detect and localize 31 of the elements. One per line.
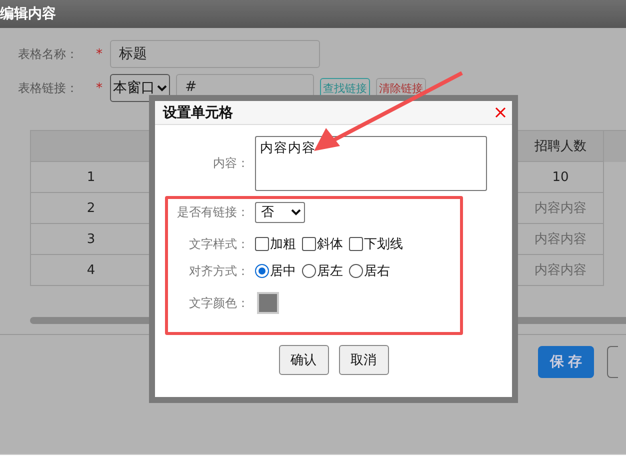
table-cell: 10: [552, 170, 569, 184]
link-select[interactable]: 否: [255, 202, 305, 222]
align-radio[interactable]: 居中: [255, 262, 296, 280]
row-number: 1: [86, 170, 96, 184]
table-cell-text: 内容内容: [534, 262, 586, 279]
field-label: 表格名称：: [18, 46, 79, 62]
cancel-button[interactable]: 取消: [338, 345, 388, 375]
field-label: 对齐方式：: [188, 262, 249, 280]
table-cell-text: 内容内容: [534, 200, 586, 217]
style-checkbox[interactable]: 斜体: [302, 235, 343, 253]
name-input-field[interactable]: 标题: [110, 40, 320, 68]
align-radio[interactable]: 居左: [302, 262, 343, 280]
row-number: 2: [86, 200, 96, 216]
field-label: 是否有链接：: [176, 204, 249, 220]
field-label: 文字样式：: [188, 236, 249, 252]
required-mark: *: [96, 46, 104, 62]
row-number: 3: [86, 232, 96, 246]
style-checkbox[interactable]: 下划线: [349, 235, 403, 253]
window-title: 编辑内容: [0, 5, 56, 23]
column-header: 招聘人数: [534, 138, 586, 155]
dialog-title: 设置单元格: [163, 104, 233, 122]
field-label: 文字颜色：: [188, 294, 249, 312]
confirm-button[interactable]: 确认: [278, 345, 328, 375]
table-cell-text: 内容内容: [534, 231, 586, 248]
align-radio[interactable]: 居右: [349, 262, 390, 280]
row-number: 4: [86, 262, 96, 278]
content-text-area[interactable]: 内容内容: [255, 136, 487, 190]
style-checkbox[interactable]: 加粗: [255, 235, 296, 253]
required-mark: *: [96, 80, 104, 96]
field-label: 内容：: [212, 154, 249, 172]
field-label: 表格链接：: [18, 80, 79, 96]
